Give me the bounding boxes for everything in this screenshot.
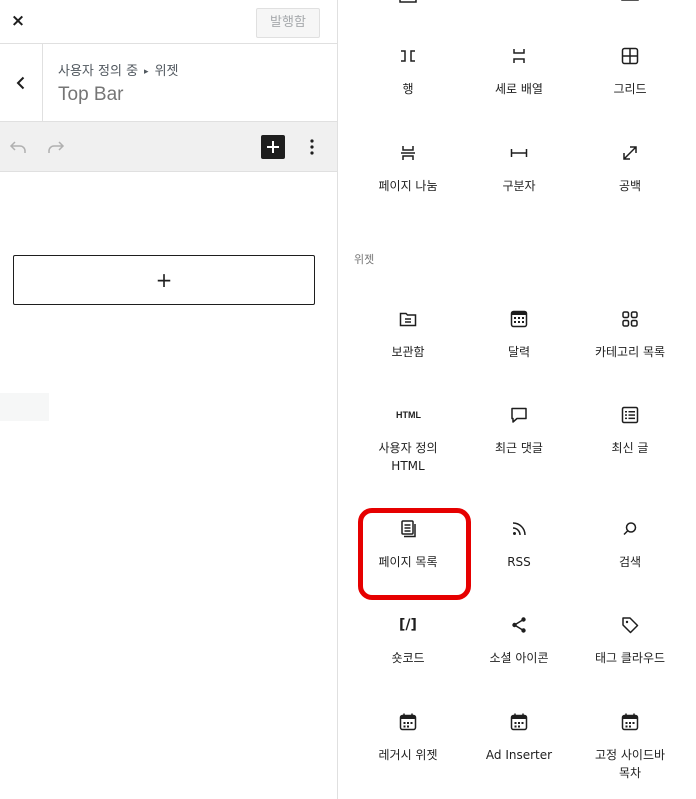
- tag-icon: [622, 617, 639, 634]
- separator-icon: [510, 149, 528, 157]
- highlight-box: [358, 508, 471, 600]
- chevron-left-icon: [16, 76, 25, 90]
- block-shortcode[interactable]: [/] 숏코드: [352, 613, 464, 667]
- categories-icon: [622, 311, 638, 327]
- ad-inserter-icon: [510, 713, 528, 731]
- block-separator[interactable]: 구분자: [463, 141, 575, 195]
- rss-icon: [512, 522, 526, 536]
- block-rss[interactable]: RSS: [463, 517, 575, 571]
- more-options-icon[interactable]: [300, 135, 324, 159]
- block-latest-posts[interactable]: 최신 글: [574, 403, 686, 457]
- add-block-label: +: [155, 268, 173, 292]
- share-icon: [512, 617, 526, 633]
- editor-toolbar: [0, 122, 337, 172]
- cut-off-icon: [399, 0, 417, 3]
- archive-icon: [399, 312, 417, 327]
- block-inserter-panel: 행 세로 배열 그리드 페이지 나눔 구분자 공백 위젯 보관함 달력 카테고리…: [337, 0, 696, 799]
- html-icon: HTML: [396, 410, 421, 420]
- sidebar-toc-icon: [621, 713, 639, 731]
- block-spacer[interactable]: 공백: [574, 141, 686, 195]
- block-label: 최근 댓글: [495, 441, 543, 455]
- block-label: 태그 클라우드: [594, 651, 666, 665]
- undo-icon[interactable]: [6, 135, 30, 159]
- block-custom-html[interactable]: HTML 사용자 정의 HTML: [352, 403, 464, 475]
- widget-editor-panel: × 발행함 사용자 정의 중 ▸ 위젯 Top Bar +: [0, 0, 337, 799]
- block-page-break[interactable]: 페이지 나눔: [352, 141, 464, 195]
- block-label: 행: [402, 82, 414, 96]
- shortcode-icon: [/]: [399, 617, 417, 633]
- publish-button[interactable]: 발행함: [256, 8, 320, 38]
- redo-icon[interactable]: [44, 135, 68, 159]
- row-icon: [401, 50, 415, 62]
- block-label: 그리드: [613, 82, 647, 96]
- breadcrumb-separator: ▸: [144, 67, 149, 77]
- latest-posts-icon: [621, 406, 639, 424]
- block-label: 페이지 나눔: [378, 179, 438, 193]
- block-grid[interactable]: 그리드: [574, 44, 686, 98]
- block-label: 구분자: [502, 179, 536, 193]
- block-archives[interactable]: 보관함: [352, 307, 464, 361]
- search-icon: [623, 522, 637, 536]
- page-break-icon: [401, 146, 415, 160]
- block-label: Ad Inserter: [485, 748, 553, 762]
- page-title: Top Bar: [58, 84, 124, 105]
- block-label: 공백: [618, 179, 642, 193]
- block-label: 레거시 위젯: [378, 748, 438, 762]
- widget-area-placeholder: [0, 393, 49, 421]
- legacy-widget-icon: [399, 713, 417, 731]
- editor-header: × 발행함: [0, 0, 337, 44]
- breadcrumb-current: 위젯: [154, 64, 179, 79]
- block-inserter-button[interactable]: [261, 135, 285, 159]
- block-latest-comments[interactable]: 최근 댓글: [463, 403, 575, 457]
- block-ad-inserter[interactable]: Ad Inserter: [463, 710, 575, 764]
- block-label: 검색: [618, 555, 642, 569]
- block-calendar[interactable]: 달력: [463, 307, 575, 361]
- cut-off-icon: [507, 0, 531, 4]
- breadcrumb: 사용자 정의 중 ▸ 위젯 Top Bar: [0, 44, 337, 122]
- back-button[interactable]: [0, 44, 43, 121]
- block-label: 최신 글: [611, 441, 649, 455]
- calendar-icon: [510, 310, 528, 328]
- grid-icon: [621, 47, 639, 65]
- block-sidebar-toc[interactable]: 고정 사이드바 목차: [574, 710, 686, 782]
- breadcrumb-trail: 사용자 정의 중 ▸ 위젯: [58, 60, 178, 79]
- block-label: 고정 사이드바 목차: [594, 748, 666, 780]
- plus-icon: [267, 141, 279, 153]
- block-label: 세로 배열: [495, 82, 543, 96]
- close-button[interactable]: ×: [6, 9, 30, 33]
- block-stack[interactable]: 세로 배열: [463, 44, 575, 98]
- block-label: RSS: [507, 555, 531, 569]
- add-block-button[interactable]: +: [13, 255, 315, 305]
- spacer-icon: [623, 146, 637, 160]
- stack-icon: [513, 49, 525, 63]
- block-categories[interactable]: 카테고리 목록: [574, 307, 686, 361]
- block-search[interactable]: 검색: [574, 517, 686, 571]
- block-tag-cloud[interactable]: 태그 클라우드: [574, 613, 686, 667]
- block-row[interactable]: 행: [352, 44, 464, 98]
- block-label: 소셜 아이콘: [489, 651, 549, 665]
- block-legacy-widget[interactable]: 레거시 위젯: [352, 710, 464, 764]
- comment-icon: [511, 407, 527, 423]
- cut-off-icon: [621, 0, 639, 1]
- block-label: 카테고리 목록: [594, 345, 666, 359]
- block-social-icons[interactable]: 소셜 아이콘: [463, 613, 575, 667]
- block-label: 숏코드: [391, 651, 425, 665]
- block-label: 사용자 정의 HTML: [378, 441, 438, 473]
- widgets-section-heading: 위젯: [354, 253, 375, 266]
- block-label: 보관함: [391, 345, 425, 359]
- breadcrumb-parent: 사용자 정의 중: [58, 64, 139, 79]
- block-label: 달력: [507, 345, 531, 359]
